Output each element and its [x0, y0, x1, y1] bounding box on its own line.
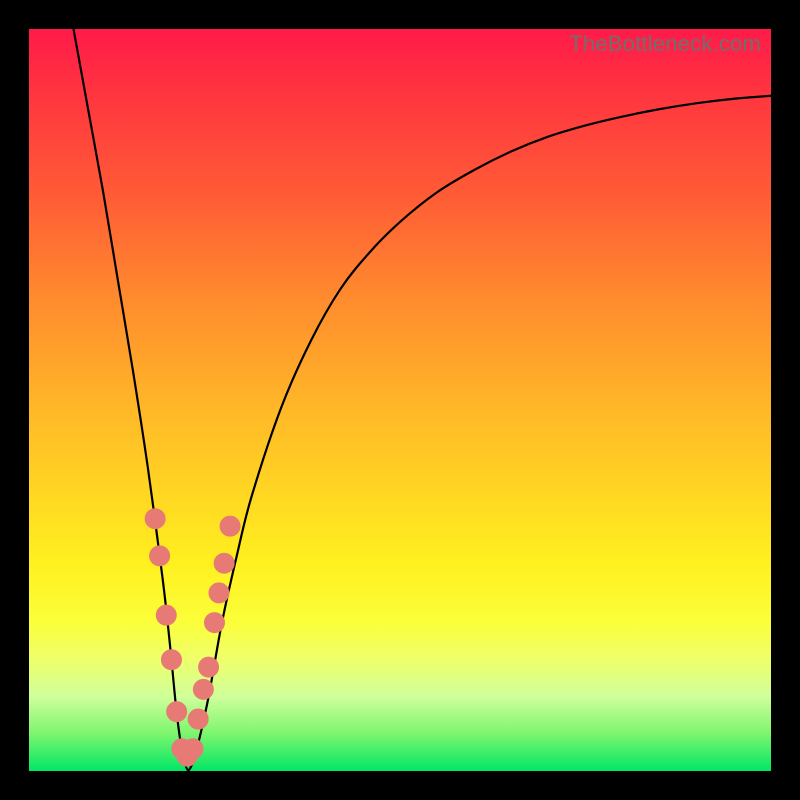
- curve-marker: [167, 702, 187, 722]
- curve-marker: [199, 657, 219, 677]
- curve-svg: [29, 29, 771, 771]
- plot-area: TheBottleneck.com: [29, 29, 771, 771]
- curve-marker: [214, 553, 234, 573]
- curve-marker: [220, 516, 240, 536]
- curve-marker: [156, 605, 176, 625]
- chart-container: TheBottleneck.com: [0, 0, 800, 800]
- curve-markers: [145, 509, 240, 766]
- curve-marker: [209, 583, 229, 603]
- curve-marker: [150, 546, 170, 566]
- curve-marker: [145, 509, 165, 529]
- curve-marker: [205, 613, 225, 633]
- curve-marker: [161, 650, 181, 670]
- curve-marker: [183, 739, 203, 759]
- curve-marker: [193, 679, 213, 699]
- curve-marker: [188, 709, 208, 729]
